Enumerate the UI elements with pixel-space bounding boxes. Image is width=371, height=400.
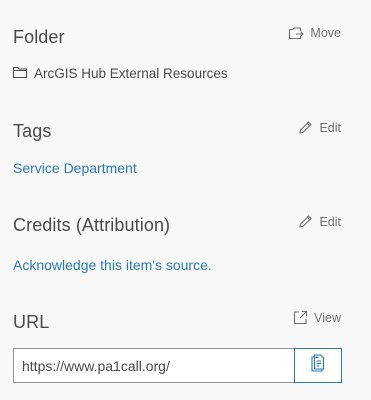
pencil-icon <box>298 120 313 135</box>
pencil-icon <box>298 214 313 229</box>
move-label: Move <box>310 26 341 40</box>
tags-section-title: Tags <box>13 121 52 141</box>
url-section-title: URL <box>13 312 50 332</box>
view-url-label: View <box>314 310 341 325</box>
tag-link-service-department[interactable]: Service Department <box>13 160 137 176</box>
view-url-button[interactable]: View <box>293 310 341 325</box>
acknowledge-source-link[interactable]: Acknowledge this item's source. <box>13 257 212 273</box>
folder-name-row: ArcGIS Hub External Resources <box>13 66 228 81</box>
copy-clipboard-icon <box>310 354 326 377</box>
edit-credits-label: Edit <box>319 214 341 229</box>
external-link-icon <box>293 310 308 325</box>
url-input[interactable] <box>13 348 294 383</box>
url-field-group <box>13 348 342 383</box>
move-button[interactable]: Move <box>288 26 341 40</box>
folder-section-title: Folder <box>13 27 65 47</box>
edit-tags-button[interactable]: Edit <box>298 120 341 135</box>
edit-credits-button[interactable]: Edit <box>298 214 341 229</box>
credits-section-title: Credits (Attribution) <box>13 215 171 235</box>
copy-url-button[interactable] <box>294 348 342 383</box>
edit-tags-label: Edit <box>319 120 341 135</box>
folder-name: ArcGIS Hub External Resources <box>34 66 228 81</box>
folder-icon <box>13 66 27 81</box>
move-icon <box>288 26 305 40</box>
item-details-panel: Folder Move ArcGIS Hub External Resource… <box>0 0 371 400</box>
